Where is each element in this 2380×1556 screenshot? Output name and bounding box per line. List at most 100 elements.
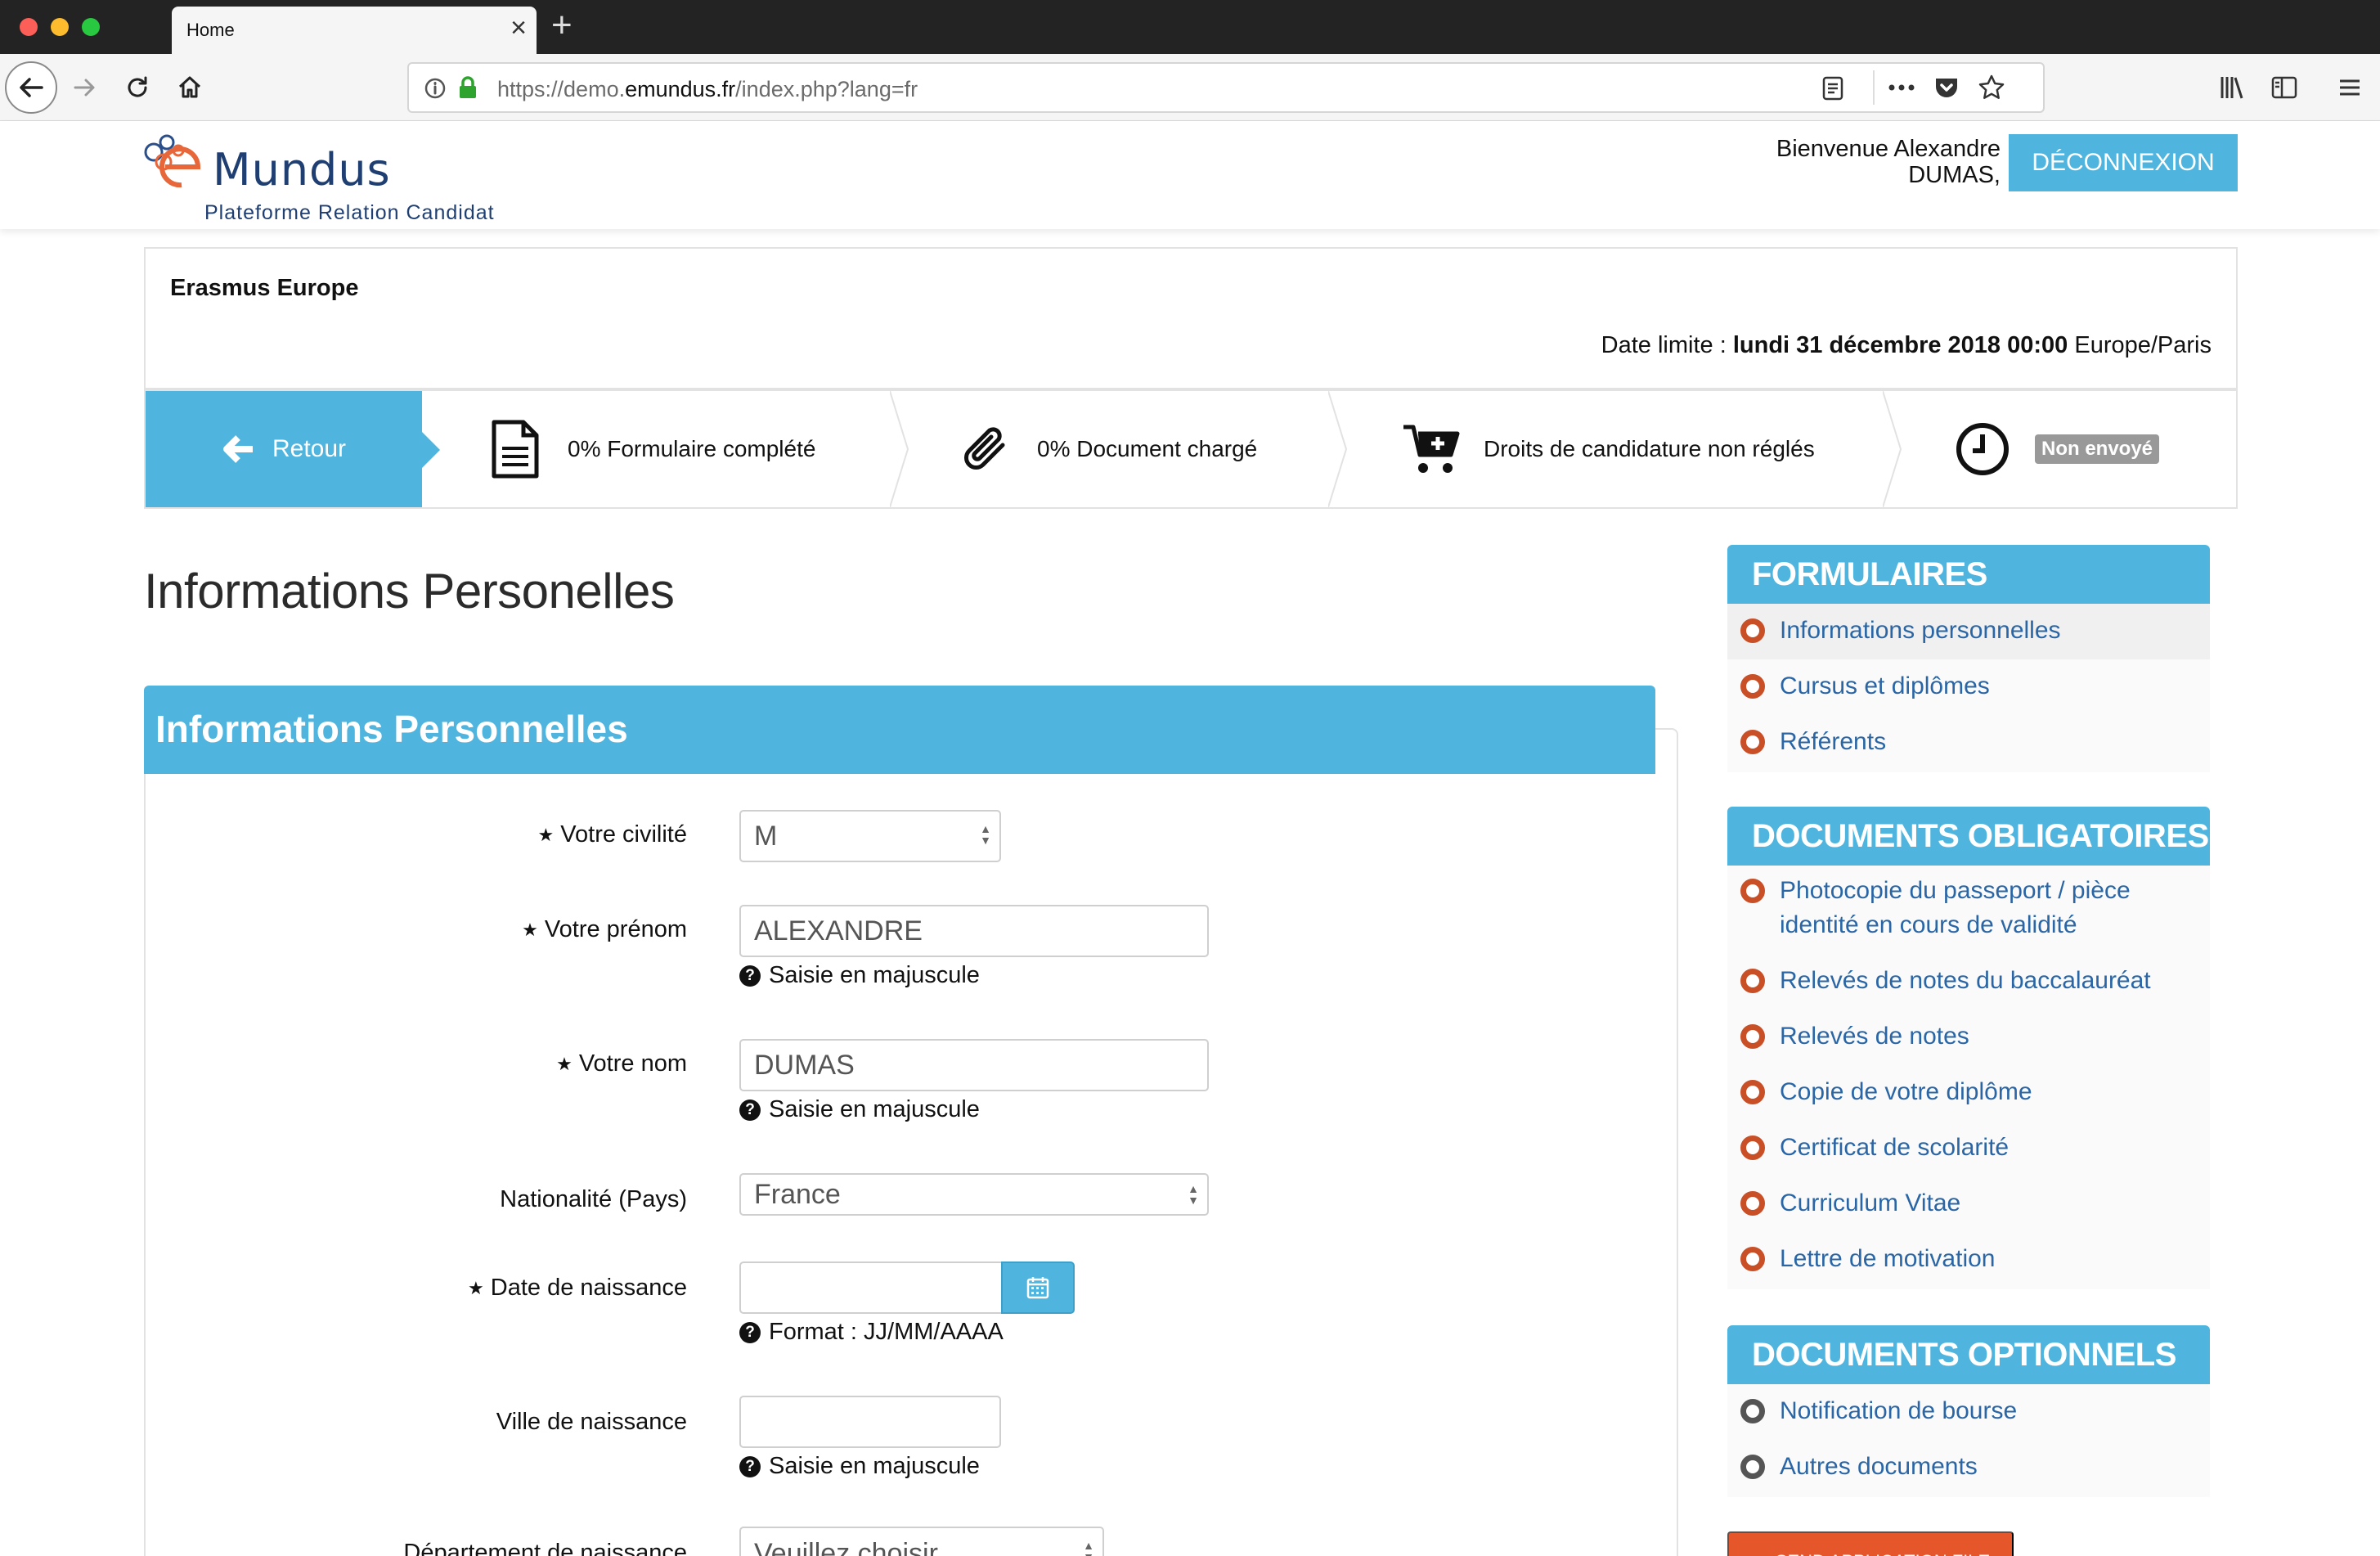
new-tab-button[interactable]: +: [551, 5, 573, 46]
bullet-icon: [1740, 969, 1765, 993]
browser-tab-bar: Home × +: [0, 0, 2380, 54]
step-payment[interactable]: Droits de candidature non réglés: [1402, 391, 1815, 507]
forward-arrow-icon: [74, 79, 95, 97]
sidebar-item-other-documents[interactable]: Autres documents: [1727, 1440, 2210, 1495]
sidebar-mandatory-title: DOCUMENTS OBLIGATOIRES: [1752, 818, 2209, 854]
info-icon[interactable]: [424, 77, 447, 100]
sidebar-optional-header: DOCUMENTS OPTIONNELS: [1727, 1325, 2210, 1384]
select-arrows-icon: ▲▼: [980, 822, 991, 847]
home-button[interactable]: [173, 65, 206, 110]
birthdate-label: ★ Date de naissance: [468, 1275, 687, 1301]
bullet-icon: [1740, 1080, 1765, 1104]
site-header: Mundus Plateforme Relation Candidat Bien…: [0, 121, 2380, 229]
department-select[interactable]: Veuillez choisir ▲▼: [739, 1527, 1104, 1556]
pocket-icon[interactable]: [1933, 75, 1960, 100]
sidebar-toggle-icon[interactable]: [2270, 74, 2298, 101]
sidebar-item-scholarship[interactable]: Notification de bourse: [1727, 1384, 2210, 1440]
sidebar-item-grades[interactable]: Relevés de notes: [1727, 1010, 2210, 1065]
firstname-input[interactable]: ALEXANDRE: [739, 905, 1209, 957]
emundus-logo[interactable]: Mundus Plateforme Relation Candidat: [142, 133, 502, 224]
url-text[interactable]: https://demo.emundus.fr/index.php?lang=f…: [497, 77, 918, 102]
sidebar-optional-list: Notification de bourse Autres documents: [1727, 1384, 2210, 1497]
forward-button[interactable]: [69, 65, 101, 110]
bookmark-star-icon[interactable]: [1978, 74, 2005, 101]
close-tab-icon[interactable]: ×: [510, 11, 527, 44]
bullet-icon: [1740, 1455, 1765, 1479]
help-icon: ?: [739, 965, 761, 987]
step-separator: [1328, 391, 1348, 507]
bullet-icon: [1740, 1024, 1765, 1049]
sidebar-item-referents[interactable]: Référents: [1727, 715, 2210, 771]
sidebar-item-cv[interactable]: Curriculum Vitae: [1727, 1176, 2210, 1232]
sidebar-mandatory-header: DOCUMENTS OBLIGATOIRES: [1727, 807, 2210, 866]
back-button[interactable]: [5, 61, 57, 114]
firstname-hint: ? Saisie en majuscule: [739, 962, 980, 989]
required-star-icon: ★: [556, 1054, 573, 1075]
sidebar-item-informations-personnelles[interactable]: Informations personnelles: [1727, 604, 2210, 659]
sidebar-item-motivation-letter[interactable]: Lettre de motivation: [1727, 1232, 2210, 1288]
required-star-icon: ★: [468, 1278, 484, 1299]
sidebar-item-cursus[interactable]: Cursus et diplômes: [1727, 659, 2210, 715]
document-status: 0% Document chargé: [1037, 436, 1258, 461]
menu-icon[interactable]: [2337, 75, 2362, 100]
logout-button[interactable]: DÉCONNEXION: [2009, 134, 2238, 191]
sidebar-forms-header: FORMULAIRES: [1727, 545, 2210, 604]
sidebar-item-bac-grades[interactable]: Relevés de notes du baccalauréat: [1727, 954, 2210, 1010]
step-submission[interactable]: Non envoyé: [1955, 391, 2160, 507]
clock-icon: [1956, 423, 2009, 475]
sidebar-item-passport[interactable]: Photocopie du passeport / pièce identité…: [1727, 866, 2210, 954]
firstname-label: ★ Votre prénom: [522, 916, 687, 942]
calendar-button[interactable]: [1001, 1261, 1075, 1314]
civility-label: ★ Votre civilité: [537, 821, 687, 848]
birthcity-input[interactable]: [739, 1396, 1001, 1448]
sidebar-item-school-certificate[interactable]: Certificat de scolarité: [1727, 1121, 2210, 1176]
sidebar-item-diploma[interactable]: Copie de votre diplôme: [1727, 1065, 2210, 1121]
birthcity-hint: ? Saisie en majuscule: [739, 1453, 980, 1480]
logo-text: Mundus: [213, 144, 391, 196]
window-close-dot[interactable]: [20, 18, 38, 36]
more-actions-icon[interactable]: [1888, 83, 1915, 92]
select-arrows-icon: ▲▼: [1188, 1182, 1199, 1207]
bullet-icon: [1740, 1136, 1765, 1160]
campaign-deadline: Date limite : lundi 31 décembre 2018 00:…: [1601, 332, 2212, 358]
sidebar-optional-title: DOCUMENTS OPTIONNELS: [1752, 1337, 2176, 1373]
back-step-button[interactable]: Retour: [146, 391, 422, 507]
select-arrows-icon: ▲▼: [1083, 1539, 1094, 1556]
birthcity-label: Ville de naissance: [496, 1409, 687, 1435]
panel-corner-border: [1655, 728, 1678, 776]
lastname-label: ★ Votre nom: [556, 1050, 687, 1077]
window-minimize-dot[interactable]: [51, 18, 69, 36]
bullet-icon: [1740, 1191, 1765, 1216]
department-label: Département de naissance: [403, 1540, 687, 1556]
form-panel-header: Informations Personnelles: [144, 686, 1655, 774]
lock-icon[interactable]: [456, 75, 479, 100]
help-icon: ?: [739, 1099, 761, 1121]
step-form[interactable]: 0% Formulaire complété: [489, 391, 815, 507]
page-title: Informations Personelles: [144, 564, 675, 618]
birthdate-input[interactable]: [739, 1261, 1003, 1314]
logo-bubbles-icon: [144, 134, 201, 188]
help-icon: ?: [739, 1321, 761, 1343]
reload-button[interactable]: [121, 65, 154, 110]
window-maximize-dot[interactable]: [82, 18, 100, 36]
bullet-icon: [1740, 730, 1765, 754]
home-icon: [178, 76, 201, 98]
nationality-select[interactable]: France ▲ ▼: [739, 1173, 1209, 1216]
paperclip-icon: [964, 427, 1005, 470]
library-icon[interactable]: [2218, 74, 2246, 101]
address-bar[interactable]: https://demo.emundus.fr/index.php?lang=f…: [407, 62, 2045, 113]
calendar-icon: [1026, 1277, 1049, 1299]
back-step-label: Retour: [272, 435, 347, 462]
lastname-input[interactable]: DUMAS: [739, 1039, 1209, 1091]
document-icon: [492, 420, 539, 479]
step-documents[interactable]: 0% Document chargé: [962, 391, 1257, 507]
reader-view-icon[interactable]: [1821, 75, 1845, 101]
sidebar-forms-title: FORMULAIRES: [1752, 556, 1987, 592]
send-application-button[interactable]: SEND APPLICATION FILE: [1727, 1531, 2014, 1556]
back-step-chevron: [422, 432, 440, 468]
reload-icon: [128, 76, 147, 97]
civility-select[interactable]: M ▲ ▼: [739, 810, 1001, 862]
form-panel-title: Informations Personnelles: [155, 708, 628, 750]
welcome-line-1: Bienvenue Alexandre: [1776, 136, 2001, 162]
browser-tab-home[interactable]: Home ×: [172, 7, 537, 54]
